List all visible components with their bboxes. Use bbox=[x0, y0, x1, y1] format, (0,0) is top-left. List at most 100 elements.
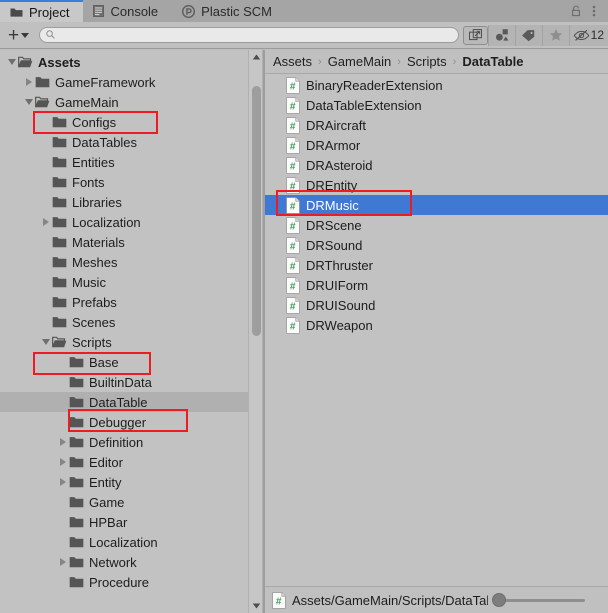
scrollbar-thumb[interactable] bbox=[252, 86, 261, 336]
folder-tree-item-materials[interactable]: Materials bbox=[0, 232, 248, 252]
folder-tree-item-label: Music bbox=[72, 274, 106, 290]
asset-list-item[interactable]: # DRUIForm bbox=[265, 275, 608, 295]
folder-tree-item-assets[interactable]: Assets bbox=[0, 52, 248, 72]
folder-tree-item-label: Debugger bbox=[89, 414, 147, 430]
asset-list-item[interactable]: # BinaryReaderExtension bbox=[265, 75, 608, 95]
folder-tree-item-label: Fonts bbox=[72, 174, 105, 190]
label-tag-icon[interactable] bbox=[514, 24, 542, 46]
asset-list-item[interactable]: # DRSound bbox=[265, 235, 608, 255]
breadcrumb-item-assets[interactable]: Assets bbox=[273, 54, 312, 69]
folder-tree-item-meshes[interactable]: Meshes bbox=[0, 252, 248, 272]
lock-icon[interactable] bbox=[568, 0, 584, 22]
folder-tree-item-hpbar[interactable]: HPBar bbox=[0, 512, 248, 532]
slider-knob[interactable] bbox=[492, 593, 506, 607]
asset-list-item[interactable]: # DRWeapon bbox=[265, 315, 608, 335]
tab-console[interactable]: Console bbox=[83, 0, 172, 22]
folder-tree-item-localization[interactable]: Localization bbox=[0, 212, 248, 232]
asset-list-item[interactable]: # DataTableExtension bbox=[265, 95, 608, 115]
folder-icon bbox=[52, 136, 67, 148]
folder-tree-item-configs[interactable]: Configs bbox=[0, 112, 248, 132]
folder-icon bbox=[52, 296, 67, 308]
folder-tree-item-label: GameMain bbox=[55, 94, 119, 110]
asset-type-filter-icon[interactable] bbox=[487, 24, 515, 46]
hidden-items-indicator[interactable]: 12 bbox=[568, 24, 608, 46]
folder-tree-item-debugger[interactable]: Debugger bbox=[0, 412, 248, 432]
folder-tree-item-label: Localization bbox=[89, 534, 158, 550]
scroll-up-arrow-icon[interactable] bbox=[249, 50, 264, 64]
folder-tree-item-datatables[interactable]: DataTables bbox=[0, 132, 248, 152]
folder-tree-item-label: GameFramework bbox=[55, 74, 156, 90]
folder-tree-item-game[interactable]: Game bbox=[0, 492, 248, 512]
asset-list-item[interactable]: # DRMusic bbox=[265, 195, 608, 215]
search-in-window-icon[interactable] bbox=[462, 25, 488, 45]
folder-tree-item-definition[interactable]: Definition bbox=[0, 432, 248, 452]
asset-list-item[interactable]: # DRScene bbox=[265, 215, 608, 235]
asset-list-item-label: BinaryReaderExtension bbox=[306, 77, 443, 93]
folder-tree-item-entity[interactable]: Entity bbox=[0, 472, 248, 492]
folder-icon bbox=[10, 7, 23, 18]
folder-tree-item-gameframework[interactable]: GameFramework bbox=[0, 72, 248, 92]
folder-icon bbox=[69, 436, 84, 448]
folder-tree-item-prefabs[interactable]: Prefabs bbox=[0, 292, 248, 312]
create-asset-button[interactable]: + bbox=[0, 24, 35, 46]
search-input[interactable] bbox=[55, 28, 458, 42]
csharp-script-icon: # bbox=[286, 256, 300, 274]
breadcrumb-item-datatable[interactable]: DataTable bbox=[462, 54, 523, 69]
chevron-right-icon[interactable] bbox=[57, 472, 69, 492]
tab-project[interactable]: Project bbox=[0, 0, 84, 22]
folder-tree-item-base[interactable]: Base bbox=[0, 352, 248, 372]
kebab-menu-icon[interactable] bbox=[586, 0, 602, 22]
asset-list-item-label: DRUIForm bbox=[306, 277, 369, 293]
folder-tree-item-scenes[interactable]: Scenes bbox=[0, 312, 248, 332]
asset-list-item-label: DRArmor bbox=[306, 137, 361, 153]
folder-tree-item-music[interactable]: Music bbox=[0, 272, 248, 292]
scroll-down-arrow-icon[interactable] bbox=[249, 599, 264, 613]
asset-list-item[interactable]: # DRThruster bbox=[265, 255, 608, 275]
asset-list-item-label: DRWeapon bbox=[306, 317, 373, 333]
csharp-script-icon: # bbox=[286, 176, 300, 194]
chevron-down-icon[interactable] bbox=[23, 92, 35, 112]
folder-tree-item-label: DataTable bbox=[89, 394, 148, 410]
folder-tree-item-editor[interactable]: Editor bbox=[0, 452, 248, 472]
asset-list-item[interactable]: # DRAsteroid bbox=[265, 155, 608, 175]
breadcrumb-item-gamemain[interactable]: GameMain bbox=[328, 54, 392, 69]
folder-tree-item-scripts[interactable]: Scripts bbox=[0, 332, 248, 352]
thumbnail-size-slider[interactable] bbox=[490, 593, 585, 607]
folder-tree-item-label: Configs bbox=[72, 114, 117, 130]
chevron-right-icon[interactable] bbox=[40, 212, 52, 232]
folder-tree-item-fonts[interactable]: Fonts bbox=[0, 172, 248, 192]
chevron-right-icon[interactable] bbox=[57, 432, 69, 452]
chevron-right-icon[interactable] bbox=[23, 72, 35, 92]
svg-text:#: # bbox=[290, 101, 296, 112]
star-icon[interactable] bbox=[541, 24, 569, 46]
unity-project-window: Project Console Plastic SCM + 12 Assets … bbox=[0, 0, 608, 613]
folder-tree-item-entities[interactable]: Entities bbox=[0, 152, 248, 172]
asset-file-list: # BinaryReaderExtension # DataTableExtensio… bbox=[265, 75, 608, 585]
breadcrumb-item-scripts[interactable]: Scripts bbox=[407, 54, 447, 69]
asset-list-item[interactable]: # DRUISound bbox=[265, 295, 608, 315]
csharp-script-icon: # bbox=[286, 96, 300, 114]
folder-tree-item-network[interactable]: Network bbox=[0, 552, 248, 572]
tab-plastic-scm[interactable]: Plastic SCM bbox=[172, 0, 286, 22]
folder-tree-item-label: Base bbox=[89, 354, 119, 370]
folder-tree-item-builtindata[interactable]: BuiltinData bbox=[0, 372, 248, 392]
folder-tree-scrollbar[interactable] bbox=[248, 50, 263, 613]
chevron-down-icon[interactable] bbox=[40, 332, 52, 352]
chevron-down-icon[interactable] bbox=[6, 52, 18, 72]
folder-tree-item-procedure[interactable]: Procedure bbox=[0, 572, 248, 592]
asset-list-item[interactable]: # DRAircraft bbox=[265, 115, 608, 135]
folder-tree-item-label: HPBar bbox=[89, 514, 128, 530]
create-asset-label: + bbox=[8, 24, 20, 46]
asset-list-item[interactable]: # DRArmor bbox=[265, 135, 608, 155]
folder-tree-item-datatable[interactable]: DataTable bbox=[0, 392, 248, 412]
search-field[interactable] bbox=[39, 27, 459, 43]
folder-tree-item-libraries[interactable]: Libraries bbox=[0, 192, 248, 212]
asset-list-item[interactable]: # DREntity bbox=[265, 175, 608, 195]
console-icon bbox=[93, 5, 105, 17]
chevron-right-icon[interactable] bbox=[57, 452, 69, 472]
folder-tree-item-gamemain[interactable]: GameMain bbox=[0, 92, 248, 112]
chevron-right-icon[interactable] bbox=[57, 552, 69, 572]
folder-tree-item-localization[interactable]: Localization bbox=[0, 532, 248, 552]
